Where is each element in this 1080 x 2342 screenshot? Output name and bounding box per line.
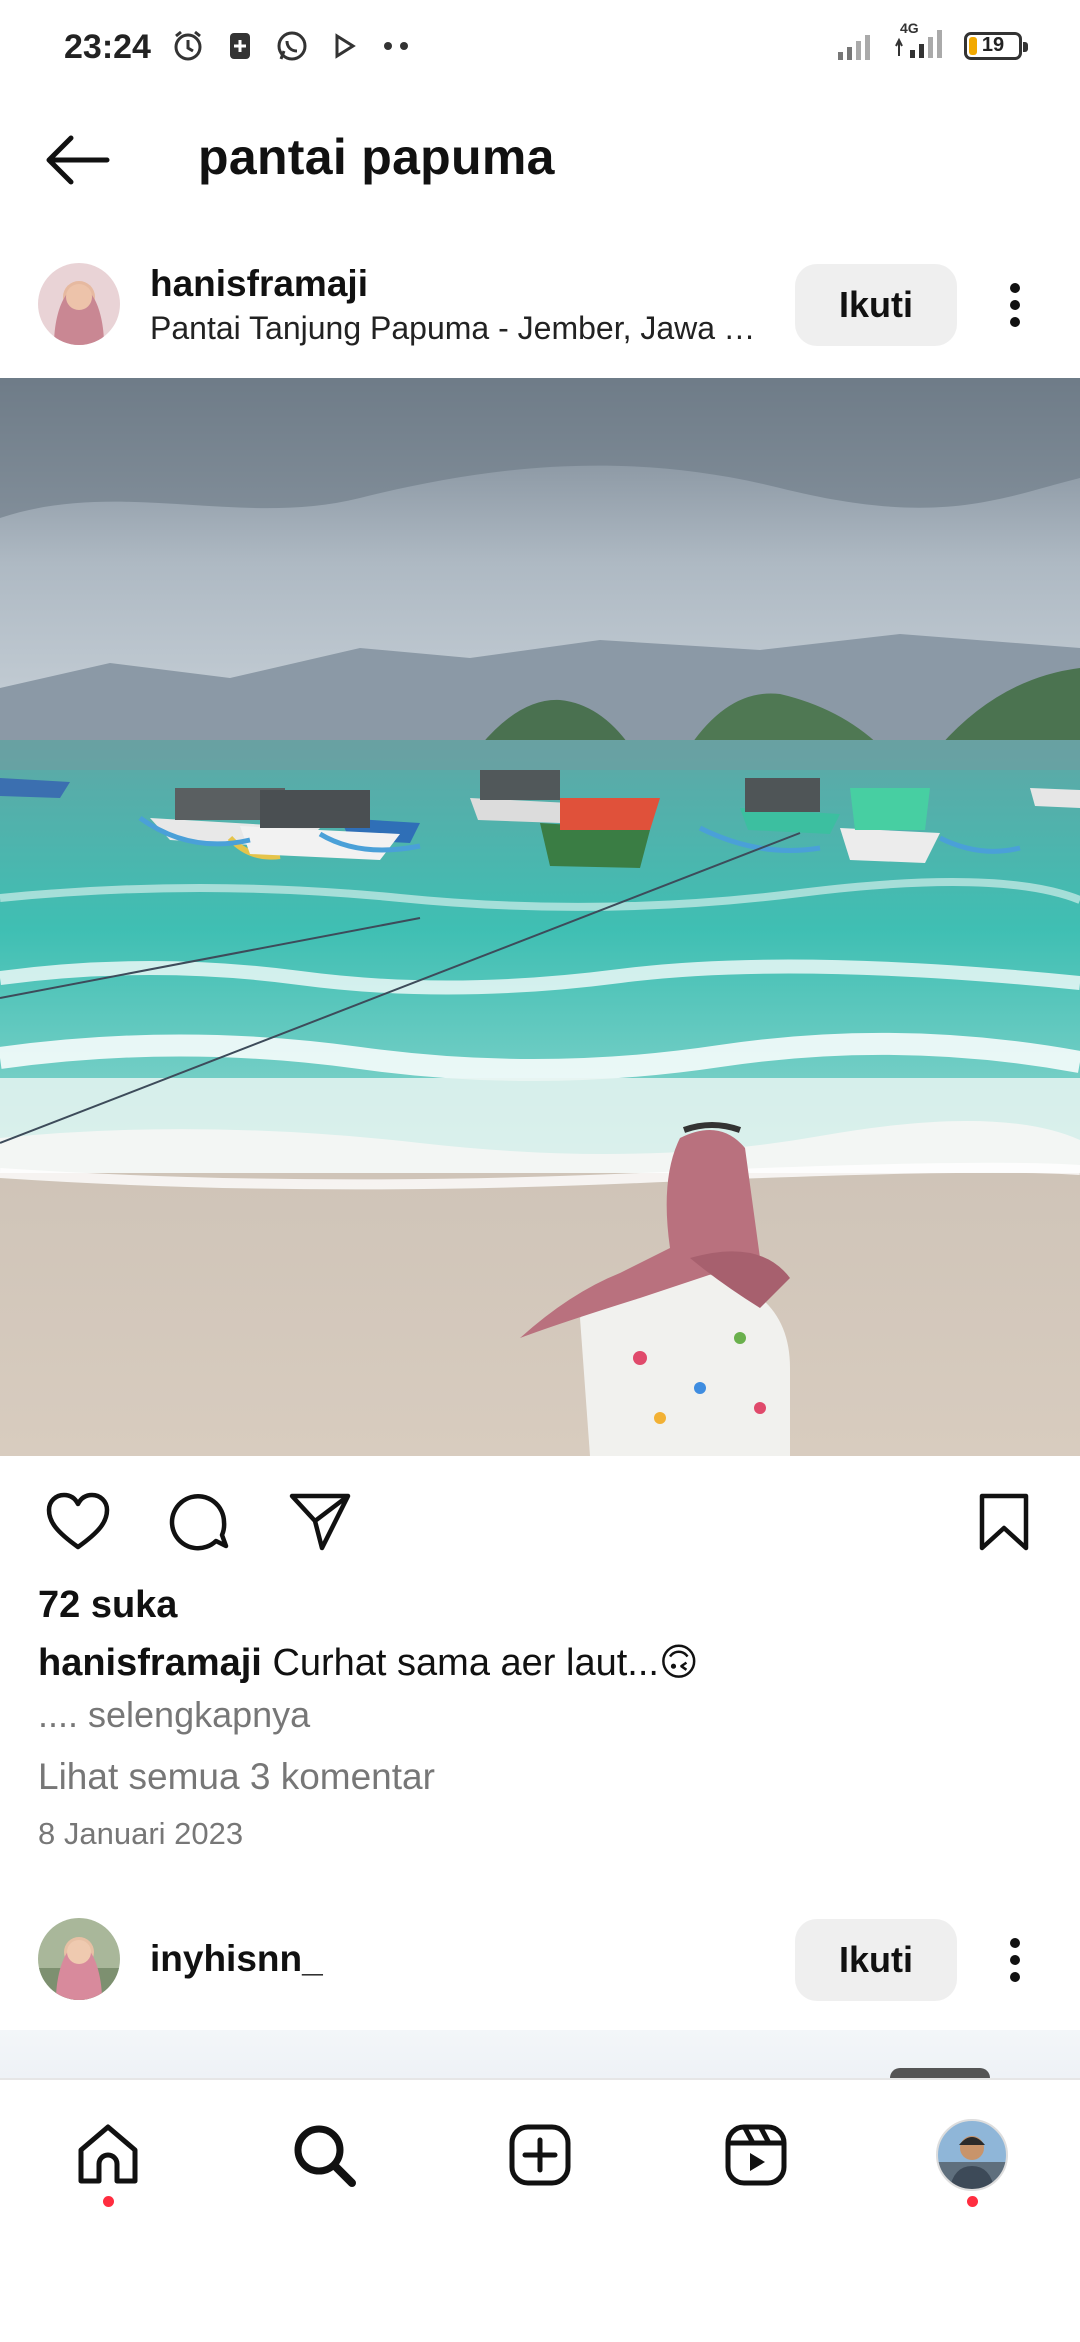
- post-location[interactable]: Pantai Tanjung Papuma - Jember, Jawa Tim…: [150, 310, 760, 347]
- play-icon: [326, 28, 362, 64]
- post-image[interactable]: [0, 378, 1080, 1456]
- next-post-image[interactable]: [0, 2030, 1080, 2088]
- nav-profile[interactable]: [927, 2110, 1017, 2207]
- share-icon: [289, 1493, 351, 1551]
- avatar[interactable]: [38, 1918, 120, 2000]
- status-bar: 23:24 4G 19: [0, 0, 1080, 100]
- notification-icon: [222, 28, 258, 64]
- status-right: 4G 19: [836, 20, 1028, 65]
- home-icon: [78, 2124, 138, 2184]
- status-left-icons: [170, 28, 414, 64]
- more-options-button[interactable]: [990, 1919, 1040, 2001]
- nav-home[interactable]: [63, 2110, 153, 2207]
- profile-avatar: [936, 2119, 1008, 2191]
- avatar[interactable]: [38, 263, 120, 345]
- network-indicator: 4G: [892, 20, 950, 65]
- profile-notification-dot: [967, 2196, 978, 2207]
- home-notification-dot: [103, 2196, 114, 2207]
- post-header: hanisframaji Pantai Tanjung Papuma - Jem…: [0, 245, 1080, 365]
- more-vertical-icon: [1010, 283, 1020, 327]
- bottom-nav: [0, 2078, 1080, 2342]
- share-button[interactable]: [282, 1484, 358, 1560]
- create-icon: [509, 2124, 571, 2186]
- nav-create[interactable]: [495, 2110, 585, 2200]
- caption-more-link[interactable]: .... selengkapnya: [38, 1694, 310, 1736]
- comment-button[interactable]: [160, 1484, 236, 1560]
- caption-text: Curhat sama aer laut...🙃: [272, 1642, 699, 1684]
- status-time: 23:24: [64, 28, 151, 66]
- like-button[interactable]: [40, 1484, 116, 1560]
- more-options-button[interactable]: [990, 264, 1040, 346]
- arrow-left-icon: [46, 135, 110, 185]
- view-comments-link[interactable]: Lihat semua 3 komentar: [38, 1756, 435, 1798]
- like-count[interactable]: 72 suka: [38, 1584, 177, 1627]
- page-title: pantai papuma: [198, 129, 555, 185]
- post-username[interactable]: hanisframaji: [150, 263, 368, 305]
- bookmark-icon: [979, 1493, 1029, 1551]
- bookmark-button[interactable]: [966, 1484, 1042, 1560]
- reels-icon: [725, 2124, 787, 2186]
- signal-icon: [838, 34, 870, 60]
- battery-level: 19: [981, 34, 1005, 56]
- nav-reels[interactable]: [711, 2110, 801, 2200]
- back-button[interactable]: [40, 128, 114, 192]
- search-icon: [294, 2125, 356, 2187]
- network-type: 4G: [900, 20, 919, 36]
- next-post-username[interactable]: inyhisnn_: [150, 1938, 323, 1980]
- nav-search[interactable]: [279, 2110, 369, 2200]
- whatsapp-icon: [274, 28, 310, 64]
- page-header: pantai papuma: [0, 100, 1080, 220]
- caption-username[interactable]: hanisframaji: [38, 1642, 262, 1684]
- comment-icon: [169, 1494, 229, 1551]
- battery-icon: 19: [964, 31, 1028, 60]
- more-vertical-icon: [1010, 1938, 1020, 1982]
- follow-button[interactable]: Ikuti: [795, 264, 957, 346]
- next-post-header: inyhisnn_ Ikuti: [0, 1900, 1080, 2020]
- post-caption: hanisframaji Curhat sama aer laut...🙃: [38, 1640, 699, 1685]
- heart-icon: [46, 1492, 110, 1550]
- post-actions: [0, 1456, 1080, 1586]
- more-dots-icon: [378, 28, 414, 64]
- post-date: 8 Januari 2023: [38, 1816, 244, 1851]
- alarm-icon: [170, 28, 206, 64]
- follow-button[interactable]: Ikuti: [795, 1919, 957, 2001]
